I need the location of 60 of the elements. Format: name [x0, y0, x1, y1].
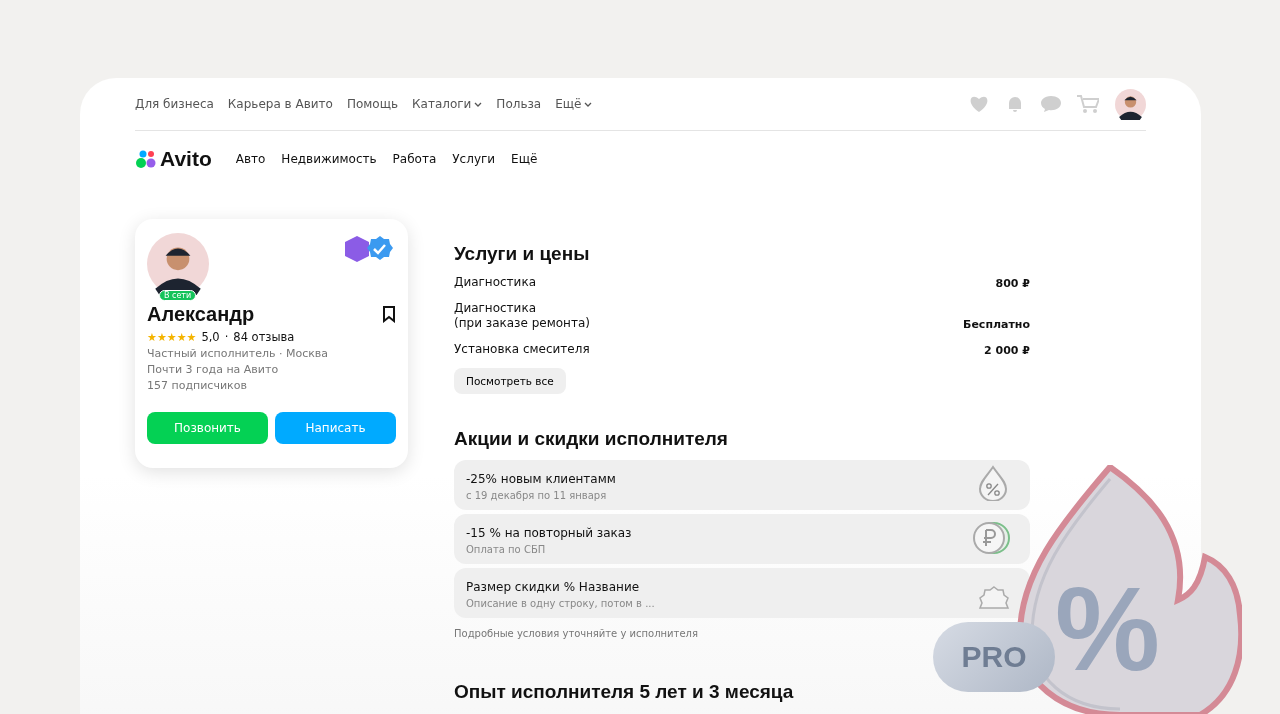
- star-icon: ★: [156, 330, 167, 344]
- member-since: Почти 3 года на Авито: [147, 363, 280, 376]
- star-icon: ★: [147, 330, 157, 344]
- percent-drop-icon: [976, 465, 1010, 501]
- bookmark-icon[interactable]: [382, 306, 396, 323]
- star-icon: ★: [186, 330, 197, 344]
- avatar: [1115, 88, 1146, 120]
- star-icon: ★: [166, 330, 177, 344]
- service-price: 2 000 ₽: [984, 344, 1030, 357]
- top-link[interactable]: Для бизнеса: [135, 97, 214, 111]
- rating-value: 5,0: [201, 330, 220, 344]
- promo-subtitle: Оплата по СБП: [466, 544, 547, 555]
- dot-separator: ·: [278, 347, 283, 360]
- service-name: Диагностика: [454, 275, 536, 290]
- star-icon: ★: [176, 330, 187, 344]
- heart-icon[interactable]: [969, 95, 989, 113]
- profile-name: Александр: [147, 303, 255, 326]
- category-link[interactable]: Недвижимость: [281, 152, 377, 166]
- promo-title: -25% новым клиентамм: [466, 472, 616, 486]
- service-name: Диагностика (при заказе ремонта): [454, 301, 590, 331]
- seller-type: Частный исполнитель: [147, 347, 276, 360]
- city: Москва: [285, 347, 329, 360]
- top-link[interactable]: Помощь: [346, 97, 398, 111]
- top-link[interactable]: Каталоги: [412, 97, 483, 111]
- chevron-down-icon: [584, 101, 593, 107]
- category-link[interactable]: Ещё: [511, 152, 538, 166]
- category-link[interactable]: Авто: [235, 152, 266, 166]
- cart-icon[interactable]: [1077, 94, 1099, 114]
- followers-count: 157 подписчиков: [147, 379, 248, 392]
- online-badge: В сети: [159, 290, 197, 301]
- chevron-down-icon: [474, 101, 483, 107]
- reviews-link[interactable]: 84 отзыва: [233, 330, 295, 344]
- logo-dots-icon: [135, 149, 157, 169]
- section-title: Опыт исполнителя 5 лет и 3 месяца: [454, 681, 794, 703]
- dot-separator: ·: [224, 330, 229, 344]
- promo-subtitle: Описание в одну строку, потом в ...: [466, 598, 655, 609]
- category-link[interactable]: Работа: [392, 152, 437, 166]
- chat-icon[interactable]: [1041, 95, 1061, 113]
- percent-seal-icon: [978, 585, 1010, 609]
- promo-card[interactable]: -15 % на повторный заказ Оплата по СБП: [454, 514, 1030, 564]
- top-link[interactable]: Карьера в Авито: [227, 97, 333, 111]
- logo-text[interactable]: Avito: [160, 147, 212, 171]
- top-link[interactable]: Польза: [496, 97, 542, 111]
- percent-symbol: %: [1055, 570, 1160, 688]
- category-link[interactable]: Услуги: [452, 152, 496, 166]
- promo-title: -15 % на повторный заказ: [466, 526, 632, 540]
- service-price: Бесплатно: [963, 318, 1030, 331]
- service-price: 800 ₽: [995, 277, 1030, 290]
- promo-card[interactable]: -25% новым клиентамм с 19 декабря по 11 января: [454, 460, 1030, 510]
- verified-badges-icon: [344, 235, 394, 263]
- top-link[interactable]: Ещё: [555, 97, 593, 111]
- promo-subtitle: с 19 декабря по 11 января: [466, 490, 608, 501]
- promo-title: Размер скидки % Название: [466, 580, 641, 594]
- section-title: Услуги и цены: [454, 243, 591, 265]
- service-name: Установка смесителя: [454, 342, 590, 357]
- section-title: Акции и скидки исполнителя: [454, 428, 729, 450]
- promo-note: Подробные условия уточняйте у исполнителя: [454, 628, 699, 639]
- show-all-button[interactable]: Посмотреть все: [454, 368, 566, 394]
- promo-card[interactable]: Размер скидки % Название Описание в одну строку, потом в ...: [454, 568, 1030, 618]
- ruble-coin-icon: [972, 521, 1010, 555]
